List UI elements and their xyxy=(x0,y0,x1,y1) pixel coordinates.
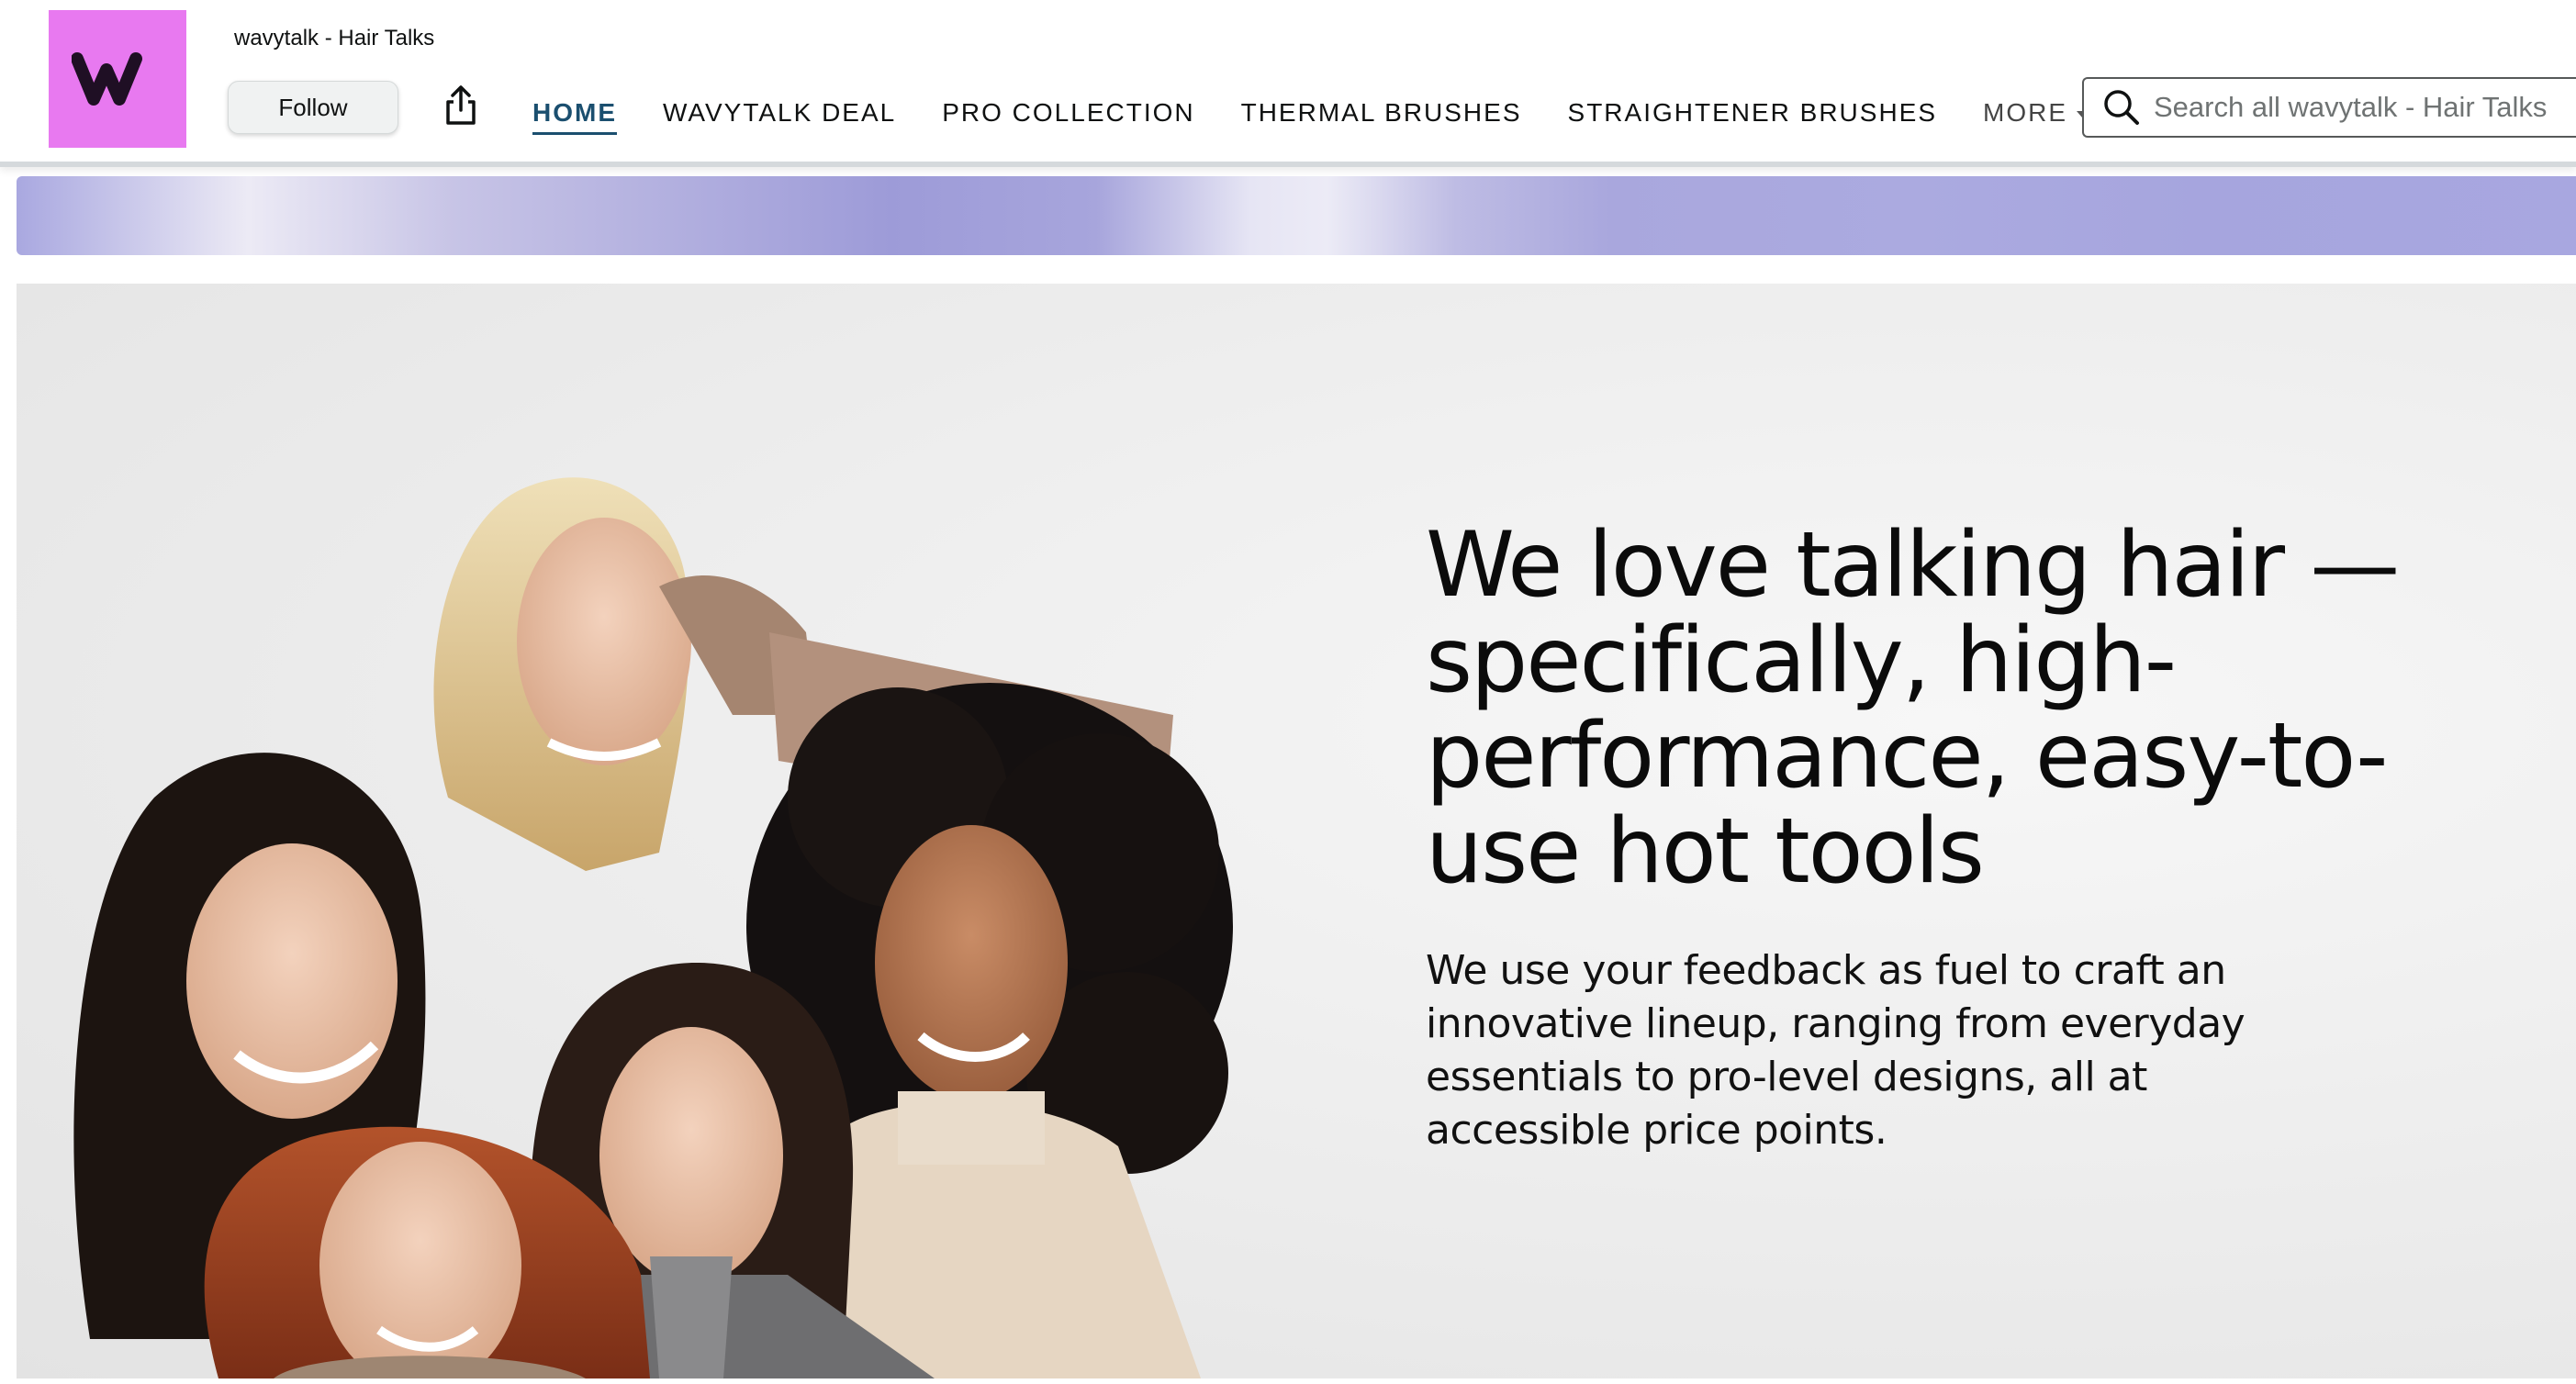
hero-headline: We love talking hair — specifically, hig… xyxy=(1426,513,2400,904)
hero-photo xyxy=(73,477,1233,1378)
store-header: wavytalk - Hair Talks Follow HOME WAVYTA… xyxy=(0,0,2576,167)
follow-button[interactable]: Follow xyxy=(228,81,398,134)
wavytalk-logo-icon xyxy=(72,52,142,106)
store-logo[interactable] xyxy=(49,10,186,148)
nav-item-more-label: MORE xyxy=(1983,98,2068,127)
store-search[interactable] xyxy=(2082,77,2576,138)
nav-item-more[interactable]: MORE xyxy=(1983,98,2089,131)
hero-subtext: We use your feedback as fuel to craft an… xyxy=(1426,947,2246,1154)
store-name[interactable]: wavytalk - Hair Talks xyxy=(234,26,434,51)
share-icon[interactable] xyxy=(441,84,481,127)
promo-banner[interactable] xyxy=(17,176,2576,255)
nav-item-home[interactable]: HOME xyxy=(532,98,617,135)
search-input[interactable] xyxy=(2154,91,2576,124)
nav-item-wavytalk-deal[interactable]: WAVYTALK DEAL xyxy=(663,98,896,131)
store-nav: HOME WAVYTALK DEAL PRO COLLECTION THERMA… xyxy=(532,92,2134,138)
nav-item-thermal-brushes[interactable]: THERMAL BRUSHES xyxy=(1241,98,1522,131)
search-icon xyxy=(2104,90,2139,125)
nav-item-pro-collection[interactable]: PRO COLLECTION xyxy=(942,98,1194,131)
hero-section: We love talking hair — specifically, hig… xyxy=(17,284,2576,1378)
nav-item-straightener-brushes[interactable]: STRAIGHTENER BRUSHES xyxy=(1568,98,1938,131)
